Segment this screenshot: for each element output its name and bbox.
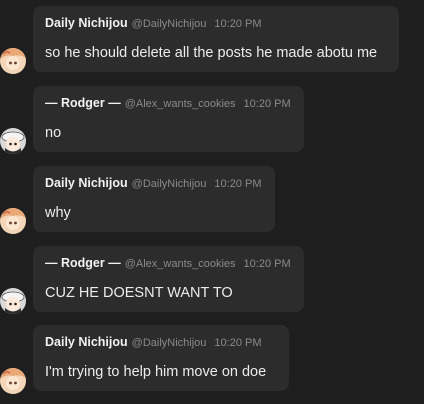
message-header: Daily Nichijou @DailyNichijou 10:20 PM — [45, 175, 263, 191]
timestamp: 10:20 PM — [214, 337, 262, 349]
timestamp: 10:20 PM — [214, 18, 262, 30]
message-bubble: — Rodger — @Alex_wants_cookies 10:20 PM no — [33, 86, 304, 152]
message-bubble: — Rodger — @Alex_wants_cookies 10:20 PM CU… — [33, 246, 304, 312]
anime-girl-avatar-icon[interactable] — [0, 208, 26, 234]
message-header: Daily Nichijou @DailyNichijou 10:20 PM — [45, 15, 387, 31]
author-name[interactable]: — Rodger — — [45, 256, 121, 270]
author-name[interactable]: — Rodger — — [45, 96, 121, 110]
author-handle: @DailyNichijou — [131, 18, 207, 30]
timestamp: 10:20 PM — [243, 258, 291, 270]
message-bubble: Daily Nichijou @DailyNichijou 10:20 PM so … — [33, 6, 399, 72]
message-text: so he should delete all the posts he mad… — [45, 45, 378, 61]
message-header: — Rodger — @Alex_wants_cookies 10:20 PM — [45, 255, 292, 271]
author-handle: @Alex_wants_cookies — [124, 98, 236, 110]
message-text: why — [45, 205, 71, 221]
author-handle: @DailyNichijou — [131, 337, 207, 349]
author-handle: @Alex_wants_cookies — [124, 258, 236, 270]
anime-character-avatar-icon[interactable] — [0, 288, 26, 314]
anime-character-avatar-icon[interactable] — [0, 128, 26, 154]
message-bubble: Daily Nichijou @DailyNichijou 10:20 PM why — [33, 166, 275, 232]
author-name[interactable]: Daily Nichijou — [45, 176, 128, 190]
author-name[interactable]: Daily Nichijou — [45, 335, 128, 349]
timestamp: 10:20 PM — [214, 178, 262, 190]
message-header: Daily Nichijou @DailyNichijou 10:20 PM — [45, 334, 277, 350]
message-text: no — [45, 125, 62, 141]
anime-girl-avatar-icon[interactable] — [0, 368, 26, 394]
message-text: CUZ HE DOESNT WANT TO — [45, 285, 233, 301]
message-text: I'm trying to help him move on doe — [45, 364, 267, 380]
author-name[interactable]: Daily Nichijou — [45, 16, 128, 30]
timestamp: 10:20 PM — [243, 98, 291, 110]
author-handle: @DailyNichijou — [131, 178, 207, 190]
anime-girl-avatar-icon[interactable] — [0, 48, 26, 74]
message-bubble: Daily Nichijou @DailyNichijou 10:20 PM I'm… — [33, 325, 289, 391]
message-header: — Rodger — @Alex_wants_cookies 10:20 PM — [45, 95, 292, 111]
